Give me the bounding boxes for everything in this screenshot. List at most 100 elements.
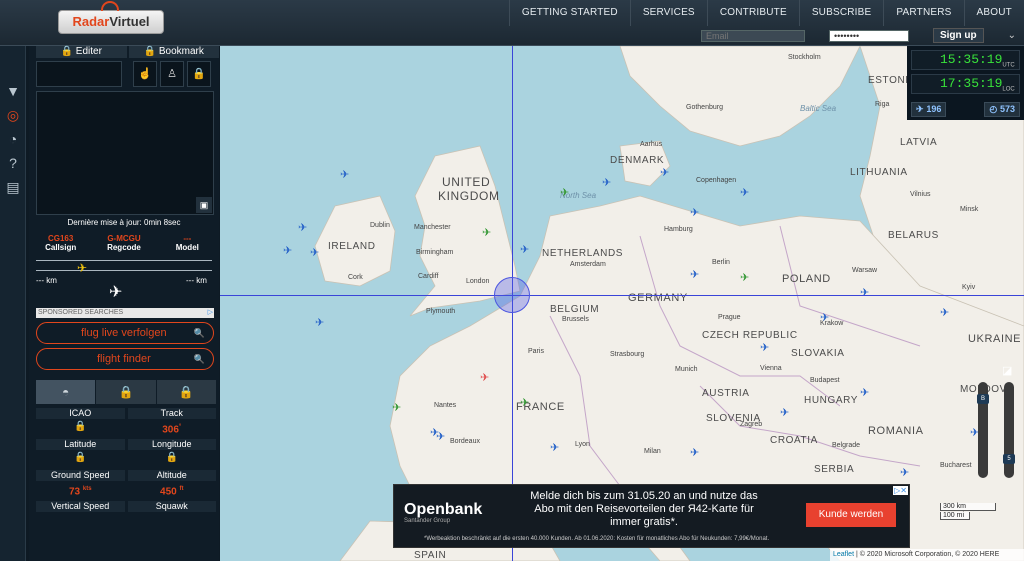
main-nav: GETTING STARTED SERVICES CONTRIBUTE SUBS… [508,0,1024,26]
chat-icon[interactable]: ▤ [0,176,26,198]
edit-button[interactable]: 🔒 Editer [36,46,127,58]
utc-clock: 15:35:19UTC [911,50,1020,70]
bookmark-label: Bookmark [158,46,204,57]
radar-sweep-icon[interactable]: ◔ [0,128,26,150]
aircraft-icon[interactable]: ✈ [760,341,769,354]
compass-icon[interactable]: ◪ [1002,364,1012,377]
ad-brand: Openbank [404,501,483,518]
label-spain: SPAIN [414,550,447,561]
aircraft-icon[interactable]: ✈ [860,286,869,299]
city-dublin: Dublin [370,222,390,229]
nav-about[interactable]: ABOUT [963,0,1024,26]
aircraft-icon[interactable]: ✈ [283,244,292,257]
aircraft-icon[interactable]: ✈ [740,186,749,199]
aircraft-icon[interactable]: ✈ [690,268,699,281]
city-zagreb: Zagreb [740,421,763,428]
city-munich: Munich [675,366,698,373]
gauge-tab[interactable]: ◓ [36,380,96,404]
label-slovakia: SLOVAKIA [791,348,845,359]
aircraft-icon[interactable]: ✈ [660,166,669,179]
tool-strip: ▼ ◎ ◔ ? ▤ [0,46,26,561]
aircraft-icon[interactable]: ✈ [780,406,789,419]
sponsored-search-1[interactable]: flug live verfolgen 🔍 [36,322,214,344]
aircraft-icon[interactable]: ✈ [480,371,489,384]
aircraft-icon[interactable]: ✈ [520,243,529,256]
label-belgium: BELGIUM [550,304,600,315]
scale-mi: 100 mi [940,512,970,520]
logo[interactable]: RadarVirtuel [58,10,164,34]
flight-count-value: 196 [926,104,942,114]
aircraft-icon[interactable]: ✈ [690,206,699,219]
callsign-box[interactable] [36,61,122,87]
radar-icon: ◴ [989,104,998,114]
filter-icon[interactable]: ▼ [0,80,26,102]
password-field[interactable] [828,29,909,42]
selected-aircraft-marker[interactable] [494,277,530,313]
aircraft-icon[interactable]: ✈ [550,441,559,454]
altitude-label: Altitude [127,470,216,481]
signup-button[interactable]: Sign up [932,28,984,43]
city-gothenburg: Gothenburg [686,104,723,111]
aircraft-icon[interactable]: ✈ [560,186,569,199]
city-kyiv: Kyiv [962,284,976,291]
aircraft-icon[interactable]: ✈ [340,168,349,181]
bookmark-button[interactable]: 🔒 Bookmark [128,46,219,58]
nav-subscribe[interactable]: SUBSCRIBE [798,0,884,26]
slider-knob[interactable]: 5 [1003,454,1015,464]
flight-count[interactable]: ✈ 196 [911,102,947,117]
ad-close-icon[interactable]: ▷✕ [893,486,908,495]
ad-choices-icon[interactable]: ▷ [208,308,213,318]
label-ukraine: UKRAINE [968,333,1022,345]
logo-signal-icon [101,1,119,11]
nav-contribute[interactable]: CONTRIBUTE [706,0,799,26]
sponsored-search-2[interactable]: flight finder 🔍 [36,348,214,370]
label-belarus: BELARUS [888,230,939,241]
ad-banner[interactable]: Openbank Santander Group Melde dich bis … [393,484,910,548]
altitude-filter-slider[interactable]: B [977,382,989,478]
ground-speed-value: 73 [68,486,81,498]
aircraft-count[interactable]: ◴ 573 [984,102,1020,117]
city-hamburg: Hamburg [664,226,693,233]
help-icon[interactable]: ? [0,152,26,174]
logo-radar: Radar [72,14,110,29]
slider-knob-top[interactable]: B [977,394,989,404]
radar-target-icon[interactable]: ◎ [0,104,26,126]
nav-getting-started[interactable]: GETTING STARTED [508,0,630,26]
city-birmingham: Birmingham [416,249,454,256]
aircraft-icon[interactable]: ✈ [298,221,307,234]
aircraft-icon[interactable]: ✈ [740,271,749,284]
aircraft-icon[interactable]: ✈ [392,401,401,414]
callsign-label: Callsign [45,243,77,252]
aircraft-icon[interactable]: ✈ [602,176,611,189]
route-line-top [36,260,212,261]
double-chevron-down-icon[interactable]: ⌄ [1008,30,1016,41]
latitude-label: Latitude [36,439,125,450]
zoom-slider[interactable]: 5 [1003,382,1015,478]
aircraft-icon[interactable]: ✈ [690,446,699,459]
camera-icon[interactable]: ▣ [196,197,212,213]
aircraft-icon[interactable]: ✈ [315,316,324,329]
aircraft-icon[interactable]: ✈ [520,396,529,409]
locked-tab-2[interactable]: 🔒 [156,380,216,404]
aircraft-icon[interactable]: ✈ [436,430,445,443]
flight-info-panel: 🔒 Editer 🔒 Bookmark ☝ ♙ 🔒 ▣ Dernière mis… [29,46,219,561]
user-icon[interactable]: ♙ [160,61,184,87]
leaflet-link[interactable]: Leaflet [833,551,854,558]
aircraft-icon[interactable]: ✈ [860,386,869,399]
aircraft-icon[interactable]: ✈ [310,246,319,259]
ad-cta-button[interactable]: Kunde werden [806,503,896,527]
aircraft-icon[interactable]: ✈ [940,306,949,319]
aircraft-icon[interactable]: ✈ [900,466,909,479]
email-field[interactable] [700,29,805,42]
nav-partners[interactable]: PARTNERS [883,0,963,26]
aircraft-icon[interactable]: ✈ [482,226,491,239]
nav-services[interactable]: SERVICES [629,0,707,26]
city-budapest: Budapest [810,377,840,384]
label-poland: POLAND [782,273,831,285]
locked-tab-1[interactable]: 🔒 [96,380,156,404]
lock-icon[interactable]: 🔒 [187,61,211,87]
city-vienna: Vienna [760,365,782,372]
aircraft-icon[interactable]: ✈ [820,311,829,324]
pointer-icon[interactable]: ☝ [133,61,157,87]
utc-label: UTC [1002,62,1015,69]
